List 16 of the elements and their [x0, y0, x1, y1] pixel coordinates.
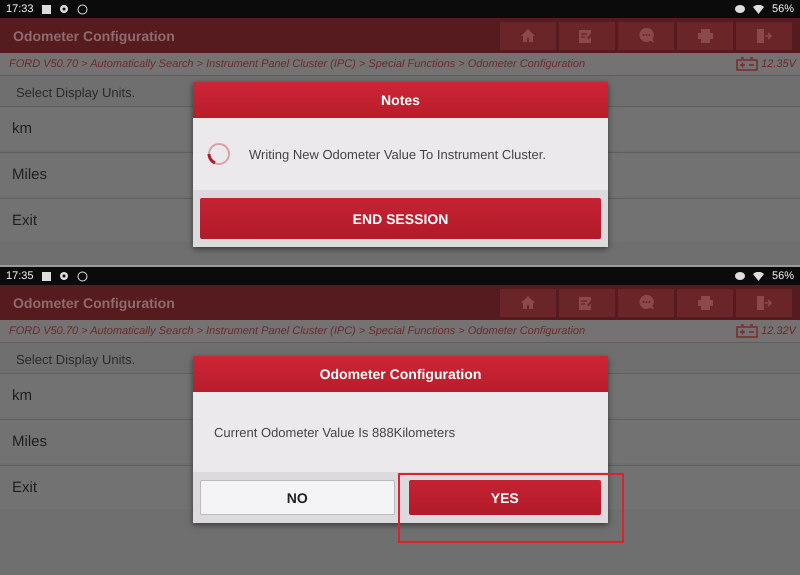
battery-percentage: 56%	[772, 3, 794, 15]
page-title: Odometer Configuration	[13, 28, 176, 44]
voltage-reading: 12.32V	[761, 325, 796, 337]
breadcrumb: FORD V50.70 > Automatically Search > Instrument Panel Cluster (IPC) > Special Functions > Odometer Configuration	[9, 58, 586, 70]
dialog-title: Odometer Configuration	[193, 356, 608, 392]
dialog-title: Notes	[193, 82, 608, 118]
battery-percentage: 56%	[772, 270, 794, 282]
list-header: Select Display Units.	[16, 352, 136, 367]
breadcrumb: FORD V50.70 > Automatically Search > Instrument Panel Cluster (IPC) > Special Functions > Odometer Configuration	[9, 325, 586, 337]
status-time: 17:35	[6, 270, 34, 282]
voltage-reading: 12.35V	[761, 58, 796, 70]
list-header: Select Display Units.	[16, 85, 136, 100]
page-title: Odometer Configuration	[13, 294, 176, 310]
status-time: 17:33	[6, 3, 34, 15]
dialog-message: Writing New Odometer Value To Instrument Cluster.	[249, 146, 546, 162]
dialog-message: Current Odometer Value Is 888Kilometers	[214, 424, 456, 440]
